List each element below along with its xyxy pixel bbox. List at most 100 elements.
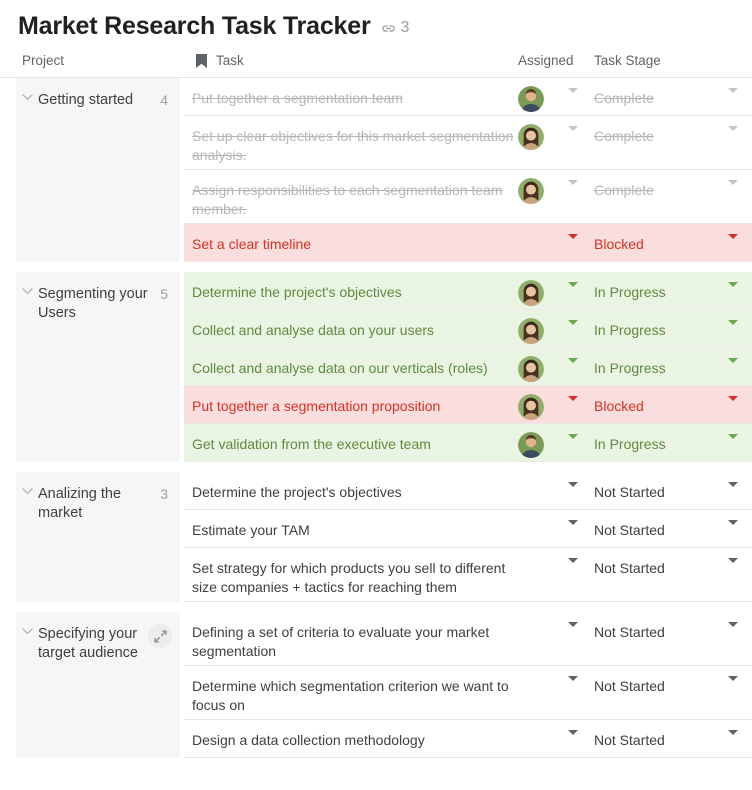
project-cell[interactable]: Analizing the market 3 — [16, 472, 180, 602]
task-row[interactable]: Estimate your TAM Not Started — [184, 510, 752, 548]
column-header-row: Project Task Assigned Task Stage — [0, 50, 752, 78]
task-row[interactable]: Design a data collection methodology Not … — [184, 720, 752, 758]
task-row[interactable]: Collect and analyse data on your users In… — [184, 310, 752, 348]
task-row[interactable]: Collect and analyse data on our vertical… — [184, 348, 752, 386]
assigned-dropdown-caret-icon[interactable] — [568, 282, 578, 305]
task-title[interactable]: Set up clear objectives for this market … — [192, 127, 522, 165]
assigned-dropdown-caret-icon[interactable] — [568, 482, 578, 505]
task-row[interactable]: Determine the project's objectives In Pro… — [184, 272, 752, 310]
task-title[interactable]: Determine the project's objectives — [192, 483, 522, 502]
assigned-dropdown-caret-icon[interactable] — [568, 558, 578, 581]
project-collapse-chevron-icon[interactable] — [16, 625, 38, 635]
project-cell[interactable]: Specifying your target audience — [16, 612, 180, 758]
link-badge[interactable]: 3 — [380, 16, 409, 37]
column-header-task[interactable]: Task — [216, 53, 244, 68]
stage-dropdown-caret-icon[interactable] — [728, 730, 738, 753]
task-stage-value[interactable]: In Progress — [594, 435, 666, 454]
task-title[interactable]: Assign responsibilities to each segmenta… — [192, 181, 522, 219]
avatar[interactable] — [518, 394, 544, 420]
task-row[interactable]: Assign responsibilities to each segmenta… — [184, 170, 752, 224]
task-title[interactable]: Collect and analyse data on your users — [192, 321, 522, 340]
task-title[interactable]: Set strategy for which products you sell… — [192, 559, 522, 597]
avatar[interactable] — [518, 432, 544, 458]
column-header-assigned[interactable]: Assigned — [518, 53, 574, 68]
task-title[interactable]: Collect and analyse data on our vertical… — [192, 359, 522, 378]
task-stage-value[interactable]: Not Started — [594, 731, 665, 750]
stage-dropdown-caret-icon[interactable] — [728, 396, 738, 419]
avatar[interactable] — [518, 86, 544, 112]
stage-dropdown-caret-icon[interactable] — [728, 282, 738, 305]
task-row[interactable]: Determine which segmentation criterion w… — [184, 666, 752, 720]
task-stage-value[interactable]: Blocked — [594, 235, 644, 254]
task-row[interactable]: Defining a set of criteria to evaluate y… — [184, 612, 752, 666]
project-task-count: 3 — [160, 486, 168, 502]
stage-dropdown-caret-icon[interactable] — [728, 180, 738, 203]
assigned-dropdown-caret-icon[interactable] — [568, 622, 578, 645]
assigned-dropdown-caret-icon[interactable] — [568, 320, 578, 343]
stage-dropdown-caret-icon[interactable] — [728, 358, 738, 381]
task-stage-value[interactable]: In Progress — [594, 359, 666, 378]
stage-dropdown-caret-icon[interactable] — [728, 520, 738, 543]
assigned-dropdown-caret-icon[interactable] — [568, 396, 578, 419]
stage-dropdown-caret-icon[interactable] — [728, 622, 738, 645]
task-stage-value[interactable]: In Progress — [594, 321, 666, 340]
avatar[interactable] — [518, 280, 544, 306]
stage-dropdown-caret-icon[interactable] — [728, 234, 738, 257]
avatar[interactable] — [518, 356, 544, 382]
stage-dropdown-caret-icon[interactable] — [728, 434, 738, 457]
task-title[interactable]: Estimate your TAM — [192, 521, 522, 540]
task-row[interactable]: Determine the project's objectives Not St… — [184, 472, 752, 510]
task-stage-value[interactable]: Not Started — [594, 677, 665, 696]
task-row[interactable]: Set strategy for which products you sell… — [184, 548, 752, 602]
task-title[interactable]: Put together a segmentation proposition — [192, 397, 522, 416]
project-collapse-chevron-icon[interactable] — [16, 485, 38, 495]
task-title[interactable]: Put together a segmentation team — [192, 89, 522, 108]
task-title[interactable]: Determine which segmentation criterion w… — [192, 677, 522, 715]
assigned-dropdown-caret-icon[interactable] — [568, 730, 578, 753]
column-header-project[interactable]: Project — [22, 53, 64, 68]
avatar[interactable] — [518, 124, 544, 150]
stage-dropdown-caret-icon[interactable] — [728, 126, 738, 149]
task-stage-value[interactable]: Not Started — [594, 623, 665, 642]
project-collapse-chevron-icon[interactable] — [16, 285, 38, 295]
assigned-dropdown-caret-icon[interactable] — [568, 126, 578, 149]
assigned-dropdown-caret-icon[interactable] — [568, 88, 578, 111]
stage-dropdown-caret-icon[interactable] — [728, 676, 738, 699]
task-stage-value[interactable]: Complete — [594, 89, 654, 108]
assigned-dropdown-caret-icon[interactable] — [568, 434, 578, 457]
project-cell[interactable]: Segmenting your Users 5 — [16, 272, 180, 462]
task-title[interactable]: Design a data collection methodology — [192, 731, 522, 750]
task-row[interactable]: Get validation from the executive team In… — [184, 424, 752, 462]
avatar[interactable] — [518, 178, 544, 204]
task-stage-value[interactable]: In Progress — [594, 283, 666, 302]
assigned-dropdown-caret-icon[interactable] — [568, 358, 578, 381]
stage-dropdown-caret-icon[interactable] — [728, 558, 738, 581]
task-stage-value[interactable]: Not Started — [594, 521, 665, 540]
task-title[interactable]: Get validation from the executive team — [192, 435, 522, 454]
assigned-dropdown-caret-icon[interactable] — [568, 520, 578, 543]
stage-dropdown-caret-icon[interactable] — [728, 482, 738, 505]
task-stage-value[interactable]: Blocked — [594, 397, 644, 416]
project-collapse-chevron-icon[interactable] — [16, 91, 38, 101]
expand-icon[interactable] — [148, 624, 172, 648]
project-name: Getting started — [38, 92, 134, 108]
column-header-task-stage[interactable]: Task Stage — [594, 53, 661, 68]
task-stage-value[interactable]: Complete — [594, 127, 654, 146]
task-stage-value[interactable]: Complete — [594, 181, 654, 200]
assigned-dropdown-caret-icon[interactable] — [568, 676, 578, 699]
project-cell[interactable]: Getting started 4 — [16, 78, 180, 262]
assigned-dropdown-caret-icon[interactable] — [568, 234, 578, 257]
avatar[interactable] — [518, 318, 544, 344]
task-title[interactable]: Determine the project's objectives — [192, 283, 522, 302]
task-title[interactable]: Defining a set of criteria to evaluate y… — [192, 623, 522, 661]
task-stage-value[interactable]: Not Started — [594, 559, 665, 578]
task-row[interactable]: Put together a segmentation team Complete — [184, 78, 752, 116]
task-row[interactable]: Set a clear timeline Blocked — [184, 224, 752, 262]
stage-dropdown-caret-icon[interactable] — [728, 88, 738, 111]
stage-dropdown-caret-icon[interactable] — [728, 320, 738, 343]
task-row[interactable]: Set up clear objectives for this market … — [184, 116, 752, 170]
task-row[interactable]: Put together a segmentation proposition B… — [184, 386, 752, 424]
assigned-dropdown-caret-icon[interactable] — [568, 180, 578, 203]
task-title[interactable]: Set a clear timeline — [192, 235, 522, 254]
task-stage-value[interactable]: Not Started — [594, 483, 665, 502]
